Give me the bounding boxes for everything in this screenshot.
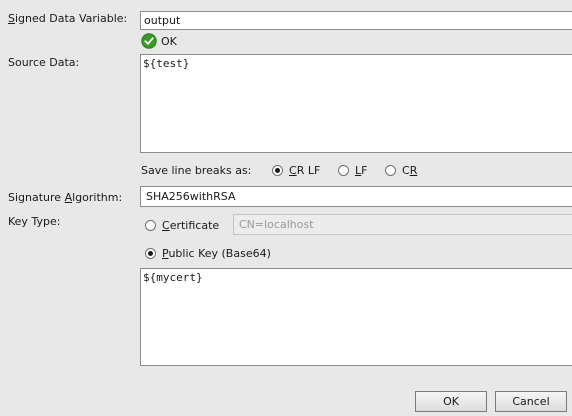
line-break-cr-radio[interactable]: CR — [385, 164, 417, 177]
line-break-lf-radio[interactable]: LF — [338, 164, 367, 177]
signed-data-variable-label: Signed Data Variable: — [8, 12, 128, 25]
radio-button[interactable] — [145, 220, 156, 231]
line-break-crlf-radio[interactable]: CR LF — [272, 164, 320, 177]
validation-status: OK — [141, 33, 177, 49]
status-text: OK — [161, 34, 177, 48]
check-circle-icon — [141, 33, 157, 49]
public-key-textarea[interactable]: ${mycert} — [140, 268, 572, 366]
radio-button[interactable] — [272, 165, 283, 176]
radio-button[interactable] — [338, 165, 349, 176]
signature-algorithm-label: Signature Algorithm: — [8, 191, 123, 204]
signature-algorithm-input[interactable]: SHA256withRSA — [140, 186, 572, 207]
public-key-radio[interactable]: Public Key (Base64) — [145, 247, 271, 260]
source-data-textarea[interactable]: ${test} — [140, 54, 572, 153]
radio-button[interactable] — [385, 165, 396, 176]
cancel-button[interactable]: Cancel — [495, 391, 567, 412]
signed-data-variable-input[interactable]: output — [140, 11, 572, 30]
source-data-label: Source Data: — [8, 56, 80, 69]
radio-button[interactable] — [145, 248, 156, 259]
line-breaks-label: Save line breaks as: — [141, 164, 252, 177]
certificate-input[interactable]: CN=localhost — [233, 214, 572, 235]
key-type-label: Key Type: — [8, 215, 61, 228]
ok-button[interactable]: OK — [415, 391, 487, 412]
certificate-radio[interactable]: Certificate — [145, 219, 219, 232]
